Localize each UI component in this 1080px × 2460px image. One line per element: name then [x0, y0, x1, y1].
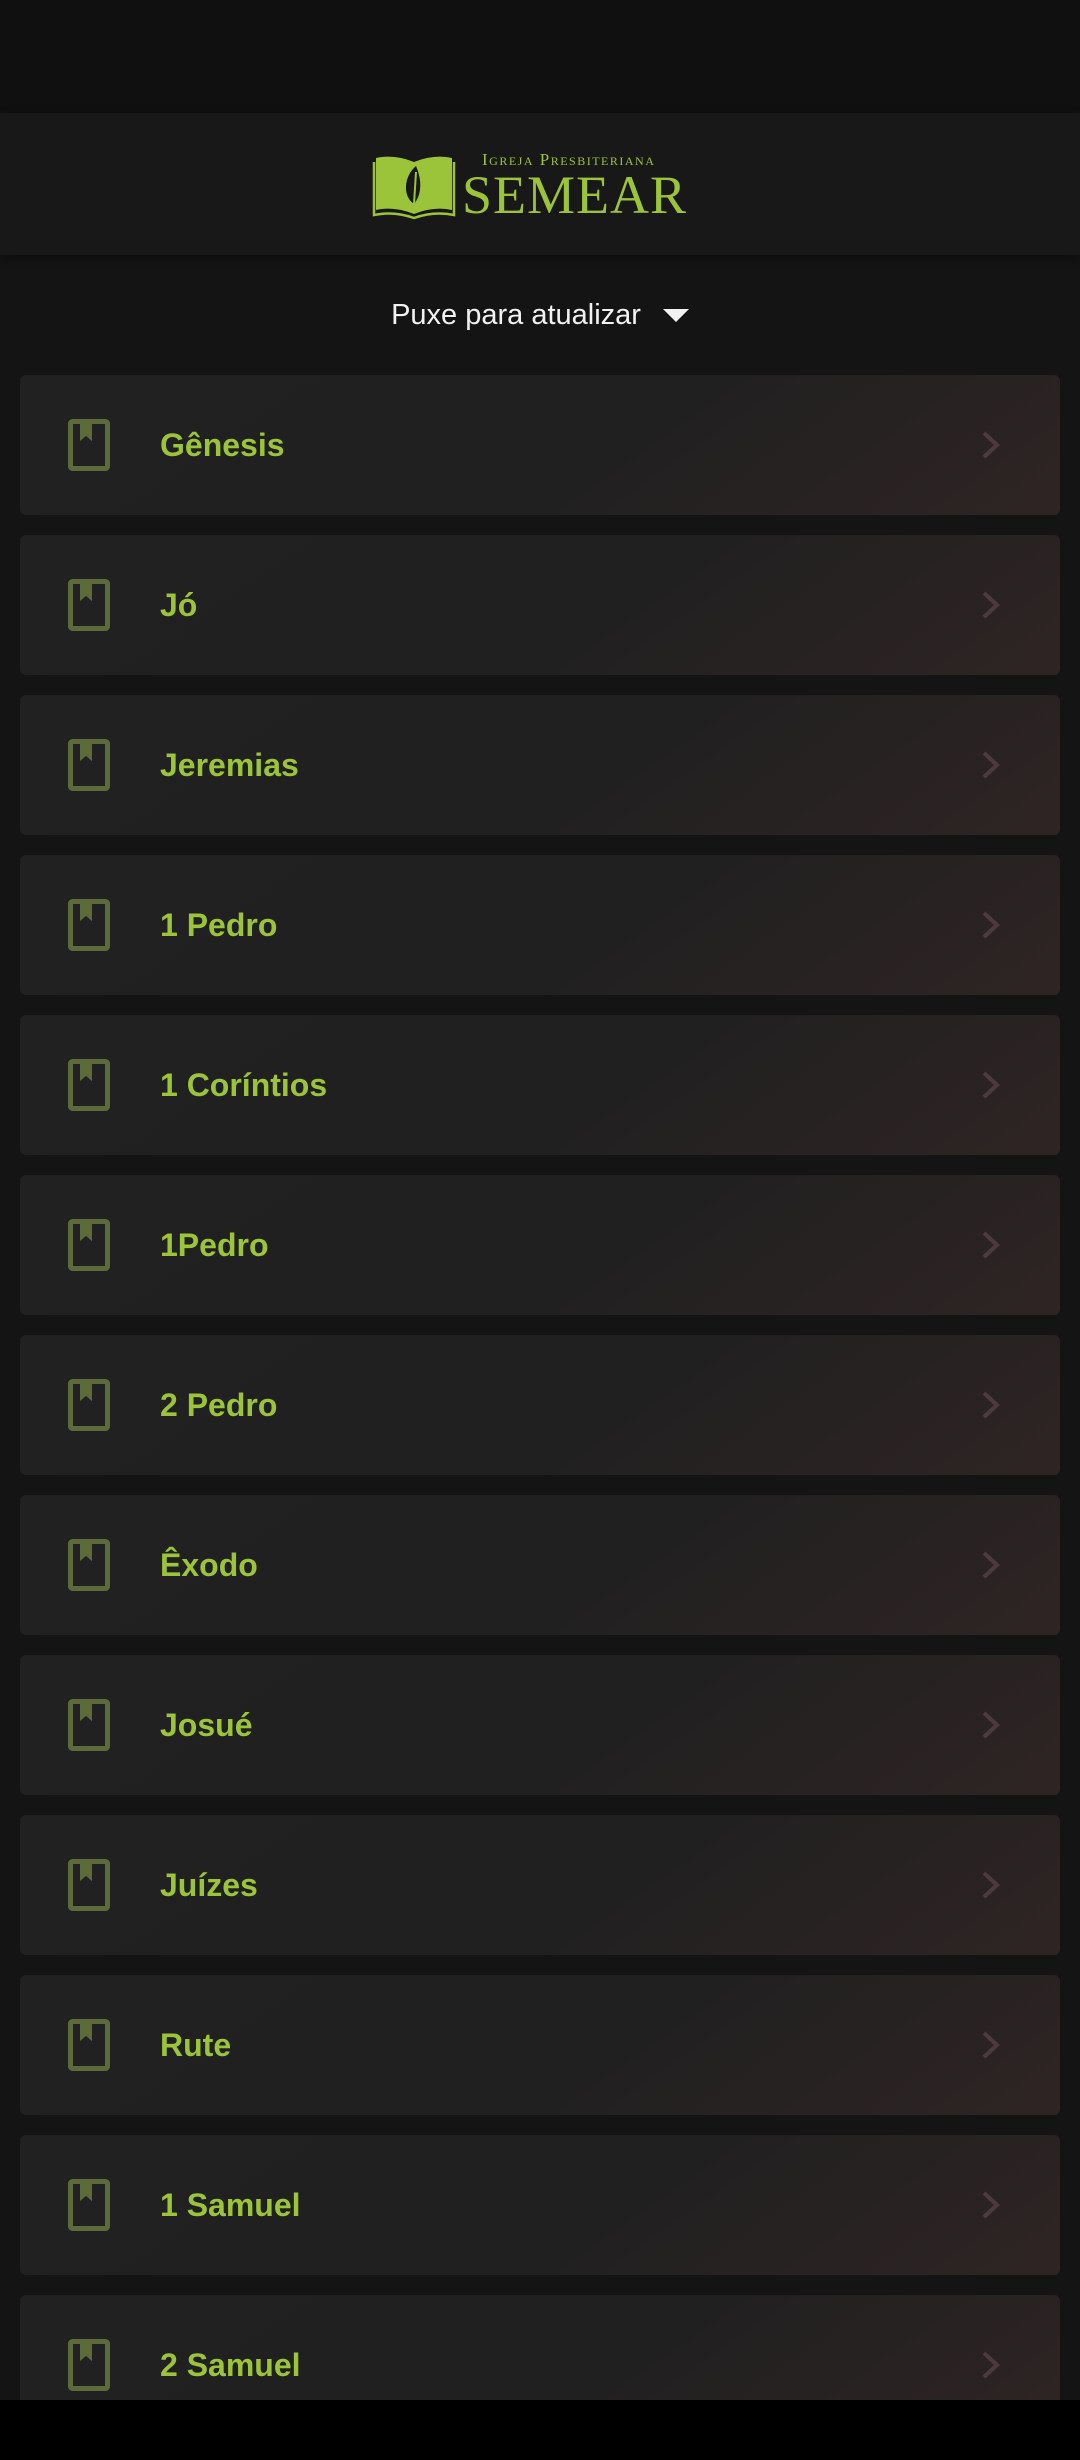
- bookmark-book-icon: [68, 419, 110, 471]
- bookmark-book-icon: [68, 579, 110, 631]
- logo-title: SEMEAR: [462, 165, 688, 225]
- book-title: 2 Pedro: [160, 1386, 278, 1423]
- book-list-item[interactable]: 1 Samuel: [20, 2135, 1060, 2275]
- book-list-item[interactable]: Juízes: [20, 1815, 1060, 1955]
- book-title: Êxodo: [160, 1546, 258, 1583]
- book-title: Jó: [160, 586, 198, 623]
- book-list-item[interactable]: 1 Coríntios: [20, 1015, 1060, 1155]
- pull-to-refresh-label: Puxe para atualizar: [391, 298, 641, 331]
- book-title: 1 Samuel: [160, 2186, 301, 2223]
- chevron-right-icon: [982, 1711, 1000, 1739]
- book-title: 2 Samuel: [160, 2346, 301, 2383]
- open-book-leaf-icon: [372, 156, 456, 220]
- bookmark-book-icon: [68, 2019, 110, 2071]
- bookmark-book-icon: [68, 1379, 110, 1431]
- book-title: Juízes: [160, 1866, 258, 1903]
- bookmark-book-icon: [68, 1699, 110, 1751]
- chevron-right-icon: [982, 1071, 1000, 1099]
- book-list-item[interactable]: 2 Pedro: [20, 1335, 1060, 1475]
- chevron-right-icon: [982, 591, 1000, 619]
- chevron-right-icon: [982, 1871, 1000, 1899]
- chevron-right-icon: [982, 2351, 1000, 2379]
- book-list-item[interactable]: Gênesis: [20, 375, 1060, 515]
- chevron-right-icon: [982, 2191, 1000, 2219]
- book-list-item[interactable]: 2 Samuel: [20, 2295, 1060, 2400]
- chevron-right-icon: [982, 1391, 1000, 1419]
- book-list-item[interactable]: 1Pedro: [20, 1175, 1060, 1315]
- book-title: 1Pedro: [160, 1226, 269, 1263]
- book-title: 1 Coríntios: [160, 1066, 328, 1103]
- book-list: Gênesis Jó Jeremias 1 Pedro 1 Coríntios …: [20, 375, 1060, 2400]
- bookmark-book-icon: [68, 2339, 110, 2391]
- chevron-right-icon: [982, 1231, 1000, 1259]
- pull-to-refresh[interactable]: Puxe para atualizar: [0, 290, 1080, 340]
- bookmark-book-icon: [68, 899, 110, 951]
- app-header: Igreja Presbiteriana SEMEAR: [0, 113, 1080, 255]
- book-title: Jeremias: [160, 746, 299, 783]
- chevron-right-icon: [982, 911, 1000, 939]
- bookmark-book-icon: [68, 1539, 110, 1591]
- book-list-item[interactable]: Rute: [20, 1975, 1060, 2115]
- book-list-item[interactable]: Josué: [20, 1655, 1060, 1795]
- chevron-right-icon: [982, 1551, 1000, 1579]
- book-list-item[interactable]: Jeremias: [20, 695, 1060, 835]
- bookmark-book-icon: [68, 1059, 110, 1111]
- church-logo: Igreja Presbiteriana SEMEAR: [372, 149, 687, 223]
- book-list-item[interactable]: Êxodo: [20, 1495, 1060, 1635]
- book-list-item[interactable]: Jó: [20, 535, 1060, 675]
- chevron-right-icon: [982, 751, 1000, 779]
- caret-down-icon: [662, 308, 689, 322]
- book-title: Josué: [160, 1706, 253, 1743]
- bookmark-book-icon: [68, 1219, 110, 1271]
- chevron-right-icon: [982, 431, 1000, 459]
- status-bar: [0, 0, 1080, 113]
- book-list-item[interactable]: 1 Pedro: [20, 855, 1060, 995]
- book-title: 1 Pedro: [160, 906, 278, 943]
- chevron-right-icon: [982, 2031, 1000, 2059]
- app-screen: Igreja Presbiteriana SEMEAR Puxe para at…: [0, 0, 1080, 2400]
- bookmark-book-icon: [68, 1859, 110, 1911]
- bookmark-book-icon: [68, 739, 110, 791]
- book-title: Rute: [160, 2026, 232, 2063]
- bookmark-book-icon: [68, 2179, 110, 2231]
- book-title: Gênesis: [160, 426, 285, 463]
